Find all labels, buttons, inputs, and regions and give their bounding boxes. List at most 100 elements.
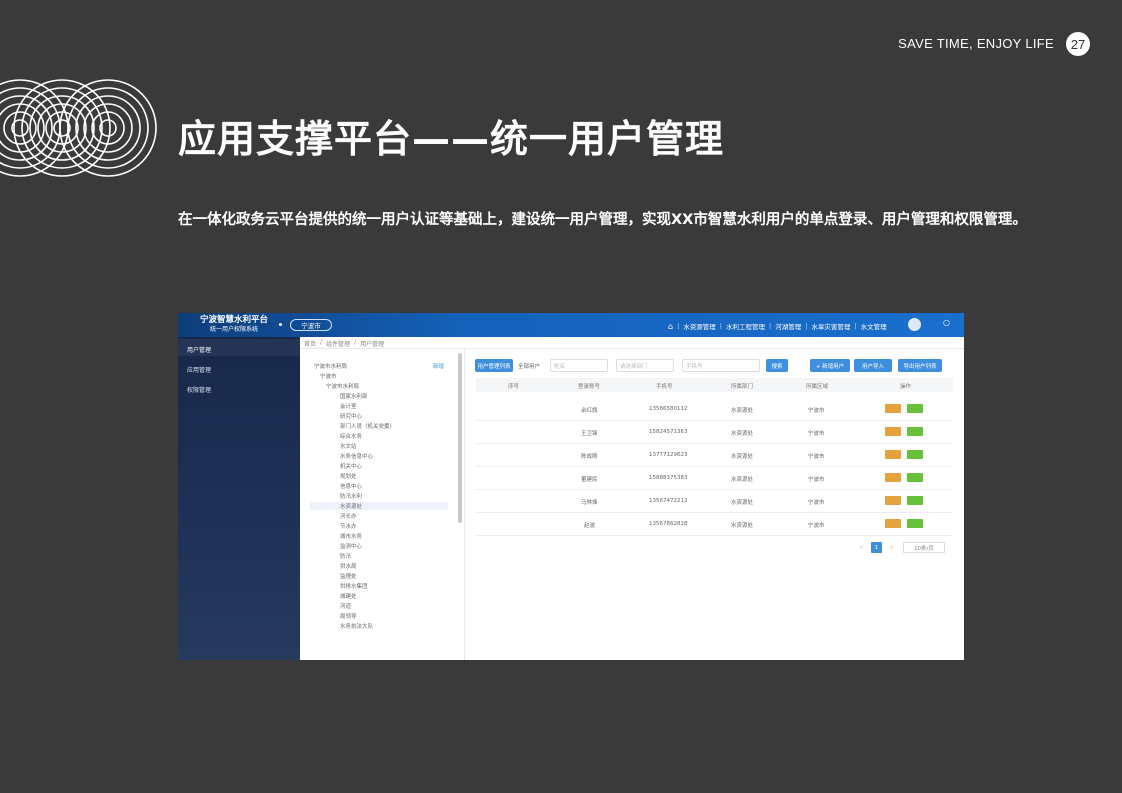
- cell-name: 王卫锋: [581, 431, 598, 437]
- tab-user-list[interactable]: 用户管理列表: [475, 359, 513, 372]
- tree-node[interactable]: 水务信息中心: [340, 452, 373, 460]
- col-header-index: 序号: [508, 384, 520, 390]
- col-header-dept: 所属部门: [731, 384, 754, 390]
- pager-next-button[interactable]: >: [886, 542, 897, 553]
- cell-region: 宁波市: [808, 408, 825, 414]
- tree-node[interactable]: 水务执法大队: [340, 622, 373, 630]
- nav-item[interactable]: 水旱灾害管理: [811, 321, 850, 331]
- tree-node[interactable]: 局领导: [340, 612, 357, 620]
- cell-phone: 13586580112: [649, 406, 688, 412]
- tree-node[interactable]: 信息中心: [340, 482, 362, 490]
- col-header-phone: 手机号: [656, 384, 673, 390]
- breadcrumb: 首页 / 组件管理 / 用户管理: [304, 339, 385, 348]
- import-users-button[interactable]: 用户导入: [854, 359, 892, 372]
- tree-node[interactable]: 宁波市水利局: [326, 382, 359, 390]
- pager-prev-button[interactable]: <: [856, 542, 867, 553]
- cell-dept: 水资源处: [731, 431, 754, 437]
- tree-node[interactable]: 监测中心: [340, 542, 362, 550]
- delete-button[interactable]: [907, 450, 923, 459]
- name-input[interactable]: 姓名: [550, 359, 608, 372]
- tree-node[interactable]: 供水局: [340, 562, 357, 570]
- table-header: [476, 378, 953, 392]
- tree-node[interactable]: 会计室: [340, 402, 357, 410]
- tree-add-link[interactable]: 新增: [433, 362, 444, 370]
- home-icon[interactable]: ⌂: [668, 322, 673, 331]
- tree-node[interactable]: 河道: [340, 602, 351, 610]
- cell-region: 宁波市: [808, 431, 825, 437]
- brand-subtitle: 统一用户权限系统: [210, 326, 259, 333]
- delete-button[interactable]: [907, 427, 923, 436]
- nav-item[interactable]: 河湖管理: [775, 321, 801, 331]
- delete-button[interactable]: [907, 404, 923, 413]
- cell-phone: 13777129623: [649, 452, 688, 458]
- nav-item[interactable]: 水利工程管理: [726, 321, 765, 331]
- edit-button[interactable]: [885, 427, 901, 436]
- tree-node[interactable]: 城建处: [340, 592, 357, 600]
- city-selector[interactable]: 宁波市: [290, 319, 332, 331]
- tree-node[interactable]: 节水办: [340, 522, 357, 530]
- breadcrumb-item[interactable]: 首页: [304, 339, 316, 348]
- breadcrumb-item[interactable]: 组件管理: [326, 339, 350, 348]
- tree-node[interactable]: 机关中心: [340, 462, 362, 470]
- user-avatar[interactable]: [908, 318, 921, 331]
- tree-node[interactable]: 防汛: [340, 552, 351, 560]
- delete-button[interactable]: [907, 519, 923, 528]
- tab-all-users[interactable]: 全部用户: [515, 359, 543, 372]
- nav-item[interactable]: 水文管理: [861, 321, 887, 331]
- page-number: 27: [1066, 32, 1090, 56]
- tree-node-selected[interactable]: 水资源处: [310, 502, 448, 510]
- tree-node[interactable]: 国家水利部: [340, 392, 368, 400]
- sidebar-item-permissions[interactable]: 权限管理: [187, 385, 211, 394]
- tree-node[interactable]: 综合水务: [340, 432, 362, 440]
- tree-node[interactable]: 部门人员（机关党委）: [340, 422, 395, 430]
- page-size-select[interactable]: 10条/页: [903, 542, 945, 553]
- app-screenshot: 宁波智慧水利平台 统一用户权限系统 宁波市 ⌂ | 水资源管理 | 水利工程管理…: [178, 313, 964, 660]
- search-button[interactable]: 搜索: [766, 359, 788, 372]
- cell-phone: 13567862828: [649, 521, 688, 527]
- row-divider: [476, 512, 953, 513]
- row-divider: [476, 535, 953, 536]
- sidebar-item-apps[interactable]: 应用管理: [187, 365, 211, 374]
- phone-input[interactable]: 手机号: [682, 359, 760, 372]
- tree-node[interactable]: 宁波市: [320, 372, 337, 380]
- delete-button[interactable]: [907, 496, 923, 505]
- department-select[interactable]: 请选择部门: [616, 359, 674, 372]
- tree-node[interactable]: 宁波市水利局: [314, 362, 347, 370]
- cell-region: 宁波市: [808, 454, 825, 460]
- sidebar-item-users[interactable]: 用户管理: [187, 345, 211, 354]
- sidebar: 用户管理 应用管理 权限管理: [178, 337, 300, 660]
- cell-dept: 水资源处: [731, 500, 754, 506]
- edit-button[interactable]: [885, 404, 901, 413]
- tree-node[interactable]: 供排水集团: [340, 582, 368, 590]
- tagline: SAVE TIME, ENJOY LIFE: [898, 36, 1054, 51]
- tree-node[interactable]: 城市水务: [340, 532, 362, 540]
- tree-node[interactable]: 规划处: [340, 472, 357, 480]
- cell-name: 赵波: [584, 523, 596, 529]
- nav-item[interactable]: 水资源管理: [683, 321, 716, 331]
- export-users-button[interactable]: 导出用户列表: [898, 359, 942, 372]
- cell-name: 董建民: [581, 477, 598, 483]
- tree-node[interactable]: 河长办: [340, 512, 357, 520]
- tree-node[interactable]: 防汛水利: [340, 492, 362, 500]
- tree-node[interactable]: 水文站: [340, 442, 357, 450]
- tree-scrollbar[interactable]: [458, 353, 462, 523]
- tree-node[interactable]: 监理处: [340, 572, 357, 580]
- concentric-rings-decoration: [0, 79, 157, 177]
- delete-button[interactable]: [907, 473, 923, 482]
- cell-region: 宁波市: [808, 500, 825, 506]
- top-nav: ⌂ | 水资源管理 | 水利工程管理 | 河湖管理 | 水旱灾害管理 | 水文管…: [668, 321, 887, 332]
- slide-description: 在一体化政务云平台提供的统一用户认证等基础上，建设统一用户管理，实现XX市智慧水…: [178, 212, 1027, 228]
- edit-button[interactable]: [885, 473, 901, 482]
- add-user-button[interactable]: + 新增用户: [810, 359, 850, 372]
- app-brand: 宁波智慧水利平台 统一用户权限系统: [200, 315, 268, 335]
- edit-button[interactable]: [885, 496, 901, 505]
- edit-button[interactable]: [885, 519, 901, 528]
- row-divider: [476, 420, 953, 421]
- cell-phone: 15824571363: [649, 429, 688, 435]
- tree-node[interactable]: 研究中心: [340, 412, 362, 420]
- cell-dept: 水资源处: [731, 408, 754, 414]
- message-icon[interactable]: ○: [943, 318, 950, 327]
- edit-button[interactable]: [885, 450, 901, 459]
- pager-page-current[interactable]: 1: [871, 542, 882, 553]
- slide-title: 应用支撑平台——统一用户管理: [178, 117, 725, 161]
